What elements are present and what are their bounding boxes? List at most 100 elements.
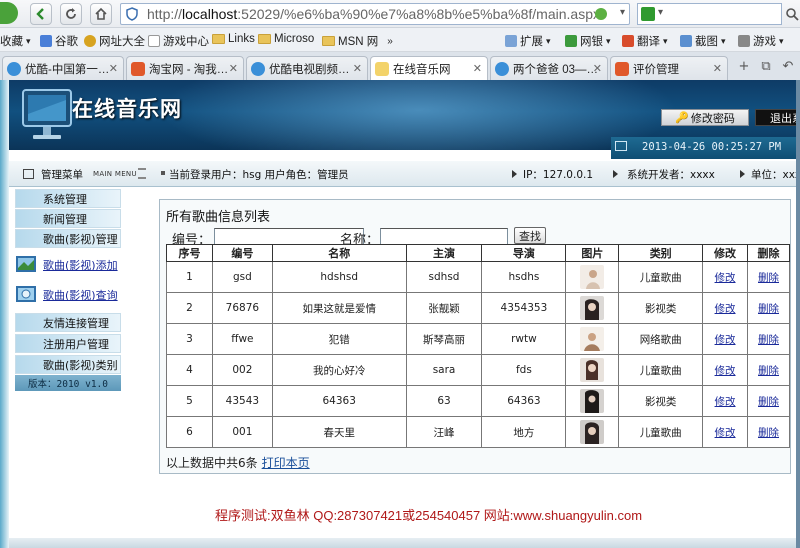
edit-link[interactable]: 修改: [715, 396, 736, 408]
sidebar-item-song-category[interactable]: 歌曲(影视)类别: [15, 355, 121, 374]
search-go-icon[interactable]: [784, 3, 800, 25]
taobao-icon: [615, 61, 629, 76]
ip-text: IP：127.0.0.1: [523, 169, 594, 181]
fav-label: 网址大全: [99, 36, 145, 48]
url-dropdown-icon[interactable]: ▾: [620, 7, 625, 18]
fav-item-games[interactable]: 游戏 ▾: [738, 33, 784, 49]
search-button[interactable]: 查找: [514, 227, 546, 244]
fav-item-msn[interactable]: MSN 网 »: [322, 33, 393, 49]
edit-link[interactable]: 修改: [715, 272, 736, 284]
sidebar-item-news[interactable]: 新闻管理: [15, 209, 121, 228]
cell-director: 4354353: [481, 292, 567, 324]
sidebar-item-label: 注册用户管理: [43, 337, 109, 351]
delete-link[interactable]: 删除: [758, 427, 779, 439]
song-thumbnail[interactable]: [580, 327, 605, 351]
right-edge: [796, 80, 800, 548]
fav-item-google[interactable]: 谷歌: [40, 33, 78, 49]
sidebar-item-system[interactable]: 系统管理: [15, 189, 121, 208]
song-thumbnail[interactable]: [580, 420, 605, 444]
address-bar[interactable]: http://localhost:52029/%e6%ba%90%e7%a8%8…: [120, 3, 630, 25]
tab-review-admin[interactable]: 评价管理 ✕: [610, 56, 728, 80]
edit-link[interactable]: 修改: [715, 427, 736, 439]
logout-button[interactable]: 退出系统: [755, 109, 800, 126]
close-icon[interactable]: ✕: [109, 62, 118, 75]
tab-taobao[interactable]: 淘宝网 - 淘我… ✕: [126, 56, 244, 80]
search-engine-icon[interactable]: [641, 7, 655, 21]
refresh-icon: [66, 8, 76, 19]
fav-item-netbank[interactable]: 网银 ▾: [565, 33, 611, 49]
print-page-link[interactable]: 打印本页: [262, 456, 310, 470]
shield-icon: [565, 35, 577, 47]
fav-item-links[interactable]: Links: [212, 33, 255, 45]
cell-edit: 修改: [702, 323, 748, 355]
page-title: 所有歌曲信息列表: [166, 210, 271, 225]
sidebar-item-song-admin[interactable]: 歌曲(影视)管理: [15, 229, 121, 248]
tab-two-dads[interactable]: 两个爸爸 03—… ✕: [490, 56, 608, 80]
table-row: 6 001 春天里 汪峰 地方 儿童歌曲 修改 删除: [166, 416, 790, 448]
menu-title: 管理菜单: [41, 169, 83, 181]
home-button[interactable]: [90, 3, 112, 25]
close-icon[interactable]: ✕: [473, 62, 482, 75]
menu-icon: [23, 169, 34, 179]
name-search-input[interactable]: [380, 228, 508, 245]
scissors-icon: [680, 35, 692, 47]
undo-icon[interactable]: ↶: [780, 59, 796, 75]
cell-director: hsdhs: [481, 261, 567, 293]
sidebar-item-label: 歌曲(影视)管理: [43, 232, 118, 246]
cell-actor: sdhsd: [405, 261, 483, 293]
arrow-bullet-icon: [613, 170, 618, 178]
close-icon[interactable]: ✕: [593, 62, 602, 75]
sidebar-item-registered-users[interactable]: 注册用户管理: [15, 334, 121, 353]
sidebar-item-label: 友情连接管理: [43, 316, 109, 330]
fav-item-game-center[interactable]: 游戏中心: [148, 33, 209, 49]
edit-link[interactable]: 修改: [715, 365, 736, 377]
close-icon[interactable]: ✕: [353, 62, 362, 75]
banner-glow: [159, 80, 679, 150]
chevron-down-icon: ▾: [663, 35, 668, 46]
fav-item-collect[interactable]: 收藏 ▾: [0, 33, 31, 49]
close-icon[interactable]: ✕: [713, 62, 722, 75]
delete-link[interactable]: 删除: [758, 272, 779, 284]
fav-item-microsoft[interactable]: Microso: [258, 33, 314, 45]
delete-link[interactable]: 删除: [758, 396, 779, 408]
tab-youku[interactable]: 优酷-中国第一… ✕: [2, 56, 124, 80]
sidebar-link-song-add[interactable]: 歌曲(影视)添加: [15, 253, 133, 277]
youku-icon: [7, 61, 21, 76]
restore-tab-icon[interactable]: ⧉: [758, 59, 774, 75]
tab-online-music[interactable]: 在线音乐网 ✕: [370, 56, 488, 81]
song-thumbnail[interactable]: [580, 296, 605, 320]
cell-delete: 删除: [747, 416, 790, 448]
delete-link[interactable]: 删除: [758, 334, 779, 346]
cell-actor: 汪峰: [405, 416, 483, 448]
song-thumbnail[interactable]: [580, 265, 605, 289]
fav-item-translate[interactable]: 翻译 ▾: [622, 33, 668, 49]
search-box[interactable]: ▾: [637, 3, 782, 25]
delete-link[interactable]: 删除: [758, 365, 779, 377]
fav-item-url-directory[interactable]: 网址大全: [84, 33, 145, 49]
key-icon: 🔑: [675, 111, 689, 124]
edit-link[interactable]: 修改: [715, 334, 736, 346]
tab-youku-tv[interactable]: 优酷电视剧频… ✕: [246, 56, 368, 80]
col-header-delete: 删除: [747, 244, 790, 262]
refresh-button[interactable]: [60, 3, 82, 25]
fav-item-extensions[interactable]: 扩展 ▾: [505, 33, 551, 49]
fav-label: Microso: [274, 33, 315, 45]
close-icon[interactable]: ✕: [229, 62, 238, 75]
engine-dropdown-icon[interactable]: ▾: [658, 7, 663, 18]
song-thumbnail[interactable]: [580, 358, 605, 382]
sidebar-item-friend-links[interactable]: 友情连接管理: [15, 313, 121, 332]
edit-link[interactable]: 修改: [715, 303, 736, 315]
gamepad-icon: [738, 35, 750, 47]
col-header-image: 图片: [565, 244, 620, 262]
youku-icon: [495, 61, 509, 76]
fav-item-screenshot[interactable]: 截图 ▾: [680, 33, 726, 49]
delete-link[interactable]: 删除: [758, 303, 779, 315]
cell-actor: sara: [405, 354, 483, 386]
reload-icon[interactable]: [595, 8, 607, 20]
sidebar-link-song-query[interactable]: 歌曲(影视)查询: [15, 283, 133, 307]
change-password-button[interactable]: 🔑 修改密码: [661, 109, 749, 126]
back-button[interactable]: [30, 3, 52, 25]
song-thumbnail[interactable]: [580, 389, 605, 413]
cell-image: [565, 323, 620, 355]
new-tab-icon[interactable]: +: [736, 59, 752, 75]
